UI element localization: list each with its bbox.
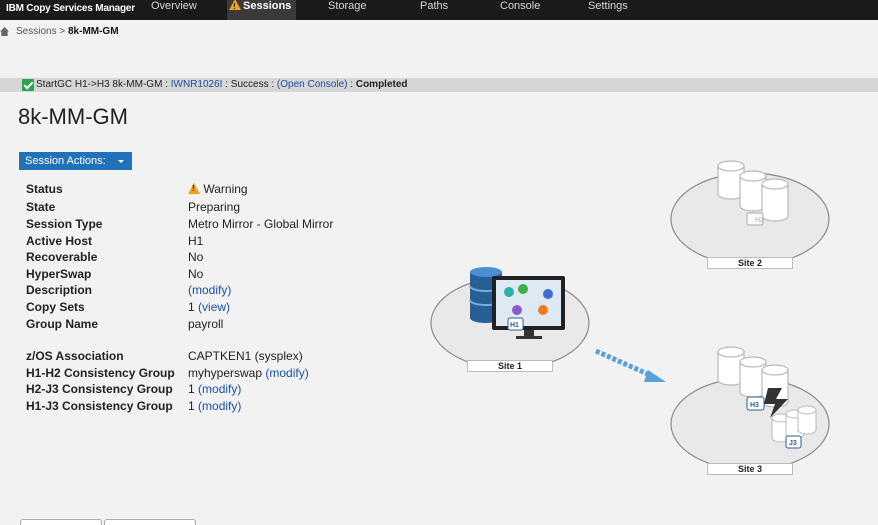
- j3-tag: J3: [789, 440, 797, 447]
- status-value-text: Warning: [203, 182, 248, 196]
- status-label: Status: [26, 182, 63, 196]
- active-host-label: Active Host: [26, 234, 93, 248]
- h2-tag: H2: [755, 217, 764, 224]
- h1-j3-consistency-group-value: 1 (modify): [188, 399, 241, 413]
- session-type-label: Session Type: [26, 217, 103, 231]
- h3-tag: H3: [750, 402, 759, 409]
- copy-sets-label: Copy Sets: [26, 300, 85, 314]
- hyperswap-label: HyperSwap: [26, 267, 92, 281]
- breadcrumb-current: 8k-MM-GM: [67, 26, 119, 37]
- h1-tag: H1: [510, 322, 519, 329]
- nav-tab-sessions-label: Sessions: [243, 0, 292, 12]
- description-modify-link[interactable]: (modify): [188, 283, 231, 297]
- open-console-link[interactable]: (Open Console): [277, 79, 348, 90]
- home-icon[interactable]: [0, 27, 9, 36]
- session-topology-diagram: H2 H1 H3 J3: [430, 160, 830, 471]
- nav-tab-overview[interactable]: Overview: [151, 0, 197, 20]
- site-1-label: Site 1: [467, 360, 553, 372]
- page-title: 8k-MM-GM: [18, 104, 128, 129]
- monitor-icon: H1: [492, 276, 565, 339]
- h2-j3-group-value: 1: [188, 382, 195, 396]
- group-name-value: payroll: [188, 317, 224, 331]
- nav-tab-sessions[interactable]: Sessions: [227, 0, 297, 20]
- nav-tab-paths[interactable]: Paths: [420, 0, 448, 20]
- active-host-value: H1: [188, 234, 204, 248]
- site-2-node[interactable]: H2: [670, 160, 830, 266]
- status-value: Warning: [188, 182, 248, 196]
- h1-h2-modify-link[interactable]: (modify): [265, 366, 308, 380]
- h2-j3-consistency-group-label: H2-J3 Consistency Group: [26, 382, 173, 396]
- top-navigation-bar: IBM Copy Services Manager Overview Sessi…: [0, 0, 878, 20]
- bottom-panel-tab-1[interactable]: [20, 519, 102, 525]
- status-result: Completed: [355, 79, 408, 90]
- session-actions-button[interactable]: Session Actions:: [19, 152, 132, 170]
- status-message-text: StartGC H1->H3 8k-MM-GM : IWNR1026I : Su…: [36, 78, 408, 92]
- nav-tab-console[interactable]: Console: [500, 0, 540, 20]
- nav-tab-storage[interactable]: Storage: [328, 0, 367, 20]
- zos-association-value: CAPTKEN1 (sysplex): [188, 349, 303, 363]
- state-value: Preparing: [188, 200, 241, 214]
- session-type-value: Metro Mirror - Global Mirror: [188, 217, 334, 231]
- state-label: State: [26, 200, 56, 214]
- replication-arrow: [594, 348, 666, 382]
- h1-j3-consistency-group-label: H1-J3 Consistency Group: [26, 399, 173, 413]
- warning-icon: [229, 0, 241, 13]
- status-message-prefix: StartGC H1->H3 8k-MM-GM :: [36, 79, 171, 90]
- brand-name: IBM Copy Services Manager: [6, 3, 135, 14]
- h1-h2-group-name: myhyperswap: [188, 366, 263, 380]
- group-name-label: Group Name: [26, 317, 99, 331]
- recoverable-label: Recoverable: [26, 250, 98, 264]
- bottom-panel-tab-2[interactable]: [104, 519, 196, 525]
- h1-h2-consistency-group-label: H1-H2 Consistency Group: [26, 366, 175, 380]
- message-code-link[interactable]: IWNR1026I: [171, 79, 223, 90]
- site-2-label: Site 2: [707, 257, 793, 269]
- status-message-sep: :: [347, 79, 356, 90]
- breadcrumb-sessions-link[interactable]: Sessions: [16, 26, 57, 37]
- session-actions-label: Session Actions:: [25, 155, 106, 167]
- breadcrumb: Sessions > 8k-MM-GM: [16, 26, 119, 37]
- copy-sets-value: 1 (view): [188, 300, 230, 314]
- h1-j3-modify-link[interactable]: (modify): [198, 399, 241, 413]
- breadcrumb-separator: >: [59, 26, 66, 37]
- copy-sets-count: 1: [188, 300, 195, 314]
- warning-icon: [188, 183, 200, 194]
- copy-sets-view-link[interactable]: (view): [198, 300, 230, 314]
- h2-j3-consistency-group-value: 1 (modify): [188, 382, 241, 396]
- h1-h2-consistency-group-value: myhyperswap (modify): [188, 366, 309, 380]
- success-check-icon: [22, 79, 34, 91]
- site-1-node[interactable]: H1: [430, 267, 590, 370]
- description-label: Description: [26, 283, 93, 297]
- recoverable-value: No: [188, 250, 204, 264]
- app-root: { "app": { "brand": "IBM Copy Services M…: [0, 0, 878, 525]
- status-message-bar: StartGC H1->H3 8k-MM-GM : IWNR1026I : Su…: [0, 78, 878, 92]
- hyperswap-value: No: [188, 267, 204, 281]
- zos-association-label: z/OS Association: [26, 349, 124, 363]
- h2-j3-modify-link[interactable]: (modify): [198, 382, 241, 396]
- site-3-label: Site 3: [707, 463, 793, 475]
- status-message-mid: : Success :: [222, 79, 277, 90]
- chevron-down-icon: [118, 160, 124, 163]
- nav-tab-settings[interactable]: Settings: [588, 0, 628, 20]
- h1-j3-group-value: 1: [188, 399, 195, 413]
- site-3-node[interactable]: H3 J3: [670, 346, 830, 471]
